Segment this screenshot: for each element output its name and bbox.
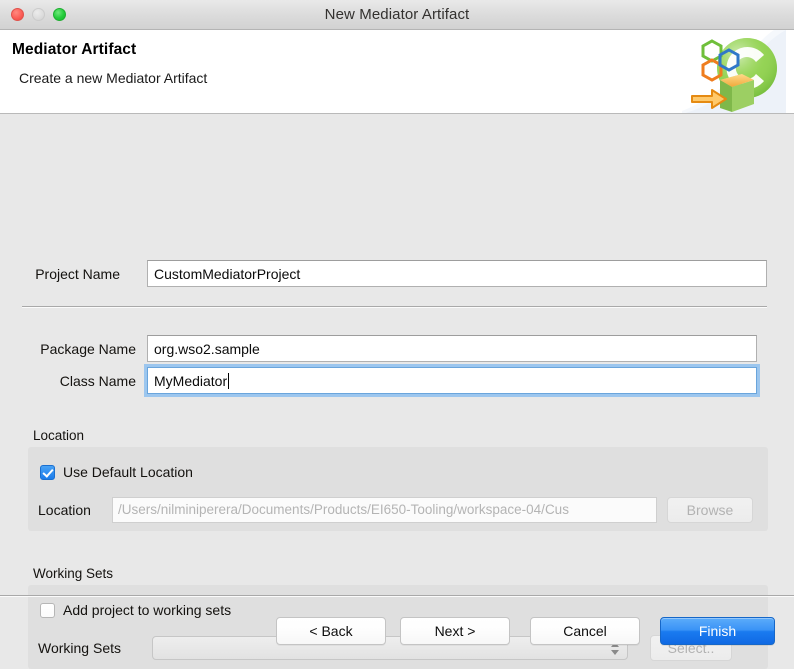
finish-button[interactable]: Finish: [660, 617, 775, 645]
use-default-location-label: Use Default Location: [63, 464, 193, 480]
class-name-input[interactable]: [147, 367, 757, 394]
page-subtitle: Create a new Mediator Artifact: [19, 70, 208, 86]
footer-separator: [0, 595, 794, 597]
dialog-footer: < Back Next > Cancel Finish: [0, 582, 794, 652]
project-name-label: Project Name: [35, 265, 120, 282]
mediator-artifact-wizard-icon: [682, 30, 786, 113]
package-name-input[interactable]: [147, 335, 757, 362]
location-path-field[interactable]: /Users/nilminiperera/Documents/Products/…: [112, 497, 657, 523]
location-group-legend: Location: [33, 428, 85, 443]
working-sets-group-legend: Working Sets: [33, 566, 114, 581]
window-controls: [11, 0, 66, 29]
maximize-window-icon[interactable]: [53, 8, 66, 21]
package-name-label: Package Name: [40, 340, 136, 357]
class-name-label: Class Name: [59, 372, 136, 389]
use-default-location-checkbox[interactable]: Use Default Location: [40, 464, 193, 480]
location-field-label: Location: [38, 502, 91, 518]
close-window-icon[interactable]: [11, 8, 24, 21]
window-titlebar: New Mediator Artifact: [0, 0, 794, 30]
browse-button[interactable]: Browse: [667, 497, 753, 523]
cancel-button[interactable]: Cancel: [530, 617, 640, 645]
wizard-header: Mediator Artifact Create a new Mediator …: [0, 30, 794, 114]
package-name-row: Package Name: [28, 335, 767, 362]
project-name-input[interactable]: [147, 260, 767, 287]
location-field-row: Location /Users/nilminiperera/Documents/…: [38, 497, 768, 523]
section-separator-top: [22, 306, 767, 308]
project-name-row: Project Name: [28, 260, 767, 287]
new-mediator-artifact-dialog: New Mediator Artifact Mediator Artifact …: [0, 0, 794, 669]
minimize-window-icon[interactable]: [32, 8, 45, 21]
page-title: Mediator Artifact: [12, 41, 137, 58]
back-button[interactable]: < Back: [276, 617, 386, 645]
checkbox-checked-icon[interactable]: [40, 464, 55, 480]
window-title: New Mediator Artifact: [324, 6, 470, 23]
wizard-body: Project Name Package Name Class Name Loc…: [0, 114, 794, 669]
next-button[interactable]: Next >: [400, 617, 510, 645]
text-cursor: [228, 373, 230, 389]
class-name-row: Class Name: [28, 367, 767, 394]
